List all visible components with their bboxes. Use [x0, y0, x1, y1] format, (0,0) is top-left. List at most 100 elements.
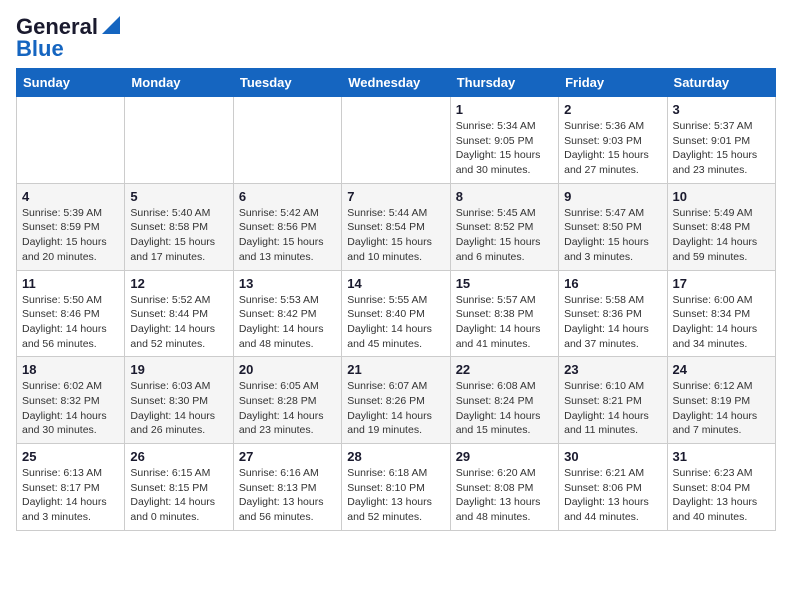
- day-number: 23: [564, 362, 661, 377]
- day-info: Sunrise: 5:55 AM Sunset: 8:40 PM Dayligh…: [347, 293, 444, 352]
- day-info: Sunrise: 5:50 AM Sunset: 8:46 PM Dayligh…: [22, 293, 119, 352]
- calendar-cell: 5Sunrise: 5:40 AM Sunset: 8:58 PM Daylig…: [125, 183, 233, 270]
- calendar-cell: 7 Sunrise: 5:44 AM Sunset: 8:54 PM Daylig…: [342, 183, 450, 270]
- day-number: 28: [347, 449, 444, 464]
- week-row-2: 4 Sunrise: 5:39 AM Sunset: 8:59 PM Daylig…: [17, 183, 776, 270]
- calendar-cell: 25Sunrise: 6:13 AM Sunset: 8:17 PM Dayli…: [17, 444, 125, 531]
- day-number: 26: [130, 449, 227, 464]
- day-number: 13: [239, 276, 336, 291]
- day-info: Sunrise: 5:58 AM Sunset: 8:36 PM Dayligh…: [564, 293, 661, 352]
- calendar-cell: 14 Sunrise: 5:55 AM Sunset: 8:40 PM Dayli…: [342, 270, 450, 357]
- day-info: Sunrise: 5:34 AM Sunset: 9:05 PM Dayligh…: [456, 119, 553, 178]
- header-friday: Friday: [559, 69, 667, 97]
- calendar-cell: 4 Sunrise: 5:39 AM Sunset: 8:59 PM Daylig…: [17, 183, 125, 270]
- calendar-cell: 27 Sunrise: 6:16 AM Sunset: 8:13 PM Dayli…: [233, 444, 341, 531]
- day-number: 4: [22, 189, 119, 204]
- day-number: 5: [130, 189, 227, 204]
- day-info: Sunrise: 5:52 AM Sunset: 8:44 PM Dayligh…: [130, 293, 227, 352]
- day-number: 17: [673, 276, 770, 291]
- day-info: Sunrise: 6:21 AM Sunset: 8:06 PM Dayligh…: [564, 466, 661, 525]
- calendar-cell: [125, 97, 233, 184]
- calendar-cell: 18 Sunrise: 6:02 AM Sunset: 8:32 PM Dayli…: [17, 357, 125, 444]
- day-number: 12: [130, 276, 227, 291]
- calendar-cell: 23 Sunrise: 6:10 AM Sunset: 8:21 PM Dayli…: [559, 357, 667, 444]
- day-info: Sunrise: 6:10 AM Sunset: 8:21 PM Dayligh…: [564, 379, 661, 438]
- header-row: SundayMondayTuesdayWednesdayThursdayFrid…: [17, 69, 776, 97]
- day-number: 31: [673, 449, 770, 464]
- calendar-cell: 10 Sunrise: 5:49 AM Sunset: 8:48 PM Dayli…: [667, 183, 775, 270]
- calendar-cell: 16 Sunrise: 5:58 AM Sunset: 8:36 PM Dayli…: [559, 270, 667, 357]
- calendar-cell: 1 Sunrise: 5:34 AM Sunset: 9:05 PM Daylig…: [450, 97, 558, 184]
- header-thursday: Thursday: [450, 69, 558, 97]
- calendar-cell: 19 Sunrise: 6:03 AM Sunset: 8:30 PM Dayli…: [125, 357, 233, 444]
- day-info: Sunrise: 6:08 AM Sunset: 8:24 PM Dayligh…: [456, 379, 553, 438]
- day-info: Sunrise: 5:39 AM Sunset: 8:59 PM Dayligh…: [22, 206, 119, 265]
- page-header: General Blue: [16, 16, 776, 60]
- calendar-cell: 20 Sunrise: 6:05 AM Sunset: 8:28 PM Dayli…: [233, 357, 341, 444]
- week-row-3: 11Sunrise: 5:50 AM Sunset: 8:46 PM Dayli…: [17, 270, 776, 357]
- day-info: Sunrise: 5:45 AM Sunset: 8:52 PM Dayligh…: [456, 206, 553, 265]
- day-info: Sunrise: 6:16 AM Sunset: 8:13 PM Dayligh…: [239, 466, 336, 525]
- day-number: 15: [456, 276, 553, 291]
- calendar-cell: 28 Sunrise: 6:18 AM Sunset: 8:10 PM Dayli…: [342, 444, 450, 531]
- calendar-cell: 17 Sunrise: 6:00 AM Sunset: 8:34 PM Dayli…: [667, 270, 775, 357]
- day-info: Sunrise: 6:03 AM Sunset: 8:30 PM Dayligh…: [130, 379, 227, 438]
- week-row-4: 18 Sunrise: 6:02 AM Sunset: 8:32 PM Dayli…: [17, 357, 776, 444]
- day-number: 21: [347, 362, 444, 377]
- calendar-cell: 26Sunrise: 6:15 AM Sunset: 8:15 PM Dayli…: [125, 444, 233, 531]
- day-info: Sunrise: 5:47 AM Sunset: 8:50 PM Dayligh…: [564, 206, 661, 265]
- calendar-cell: [233, 97, 341, 184]
- day-info: Sunrise: 5:37 AM Sunset: 9:01 PM Dayligh…: [673, 119, 770, 178]
- day-info: Sunrise: 5:53 AM Sunset: 8:42 PM Dayligh…: [239, 293, 336, 352]
- day-info: Sunrise: 5:42 AM Sunset: 8:56 PM Dayligh…: [239, 206, 336, 265]
- calendar-cell: 22 Sunrise: 6:08 AM Sunset: 8:24 PM Dayli…: [450, 357, 558, 444]
- day-number: 14: [347, 276, 444, 291]
- calendar-cell: 24 Sunrise: 6:12 AM Sunset: 8:19 PM Dayli…: [667, 357, 775, 444]
- day-number: 2: [564, 102, 661, 117]
- day-number: 10: [673, 189, 770, 204]
- day-info: Sunrise: 6:02 AM Sunset: 8:32 PM Dayligh…: [22, 379, 119, 438]
- calendar-cell: 21Sunrise: 6:07 AM Sunset: 8:26 PM Dayli…: [342, 357, 450, 444]
- day-number: 22: [456, 362, 553, 377]
- day-number: 20: [239, 362, 336, 377]
- day-number: 6: [239, 189, 336, 204]
- day-info: Sunrise: 5:36 AM Sunset: 9:03 PM Dayligh…: [564, 119, 661, 178]
- day-info: Sunrise: 6:12 AM Sunset: 8:19 PM Dayligh…: [673, 379, 770, 438]
- week-row-5: 25Sunrise: 6:13 AM Sunset: 8:17 PM Dayli…: [17, 444, 776, 531]
- day-info: Sunrise: 5:57 AM Sunset: 8:38 PM Dayligh…: [456, 293, 553, 352]
- header-saturday: Saturday: [667, 69, 775, 97]
- header-sunday: Sunday: [17, 69, 125, 97]
- day-info: Sunrise: 5:49 AM Sunset: 8:48 PM Dayligh…: [673, 206, 770, 265]
- calendar-cell: 3 Sunrise: 5:37 AM Sunset: 9:01 PM Daylig…: [667, 97, 775, 184]
- header-wednesday: Wednesday: [342, 69, 450, 97]
- day-number: 1: [456, 102, 553, 117]
- day-number: 18: [22, 362, 119, 377]
- day-number: 24: [673, 362, 770, 377]
- calendar-cell: 12 Sunrise: 5:52 AM Sunset: 8:44 PM Dayli…: [125, 270, 233, 357]
- day-info: Sunrise: 6:18 AM Sunset: 8:10 PM Dayligh…: [347, 466, 444, 525]
- calendar-cell: 29Sunrise: 6:20 AM Sunset: 8:08 PM Dayli…: [450, 444, 558, 531]
- calendar-cell: 13 Sunrise: 5:53 AM Sunset: 8:42 PM Dayli…: [233, 270, 341, 357]
- day-info: Sunrise: 6:23 AM Sunset: 8:04 PM Dayligh…: [673, 466, 770, 525]
- day-number: 30: [564, 449, 661, 464]
- day-number: 9: [564, 189, 661, 204]
- logo-triangle-icon: [102, 16, 120, 38]
- calendar-cell: 9 Sunrise: 5:47 AM Sunset: 8:50 PM Daylig…: [559, 183, 667, 270]
- day-number: 27: [239, 449, 336, 464]
- calendar-table: SundayMondayTuesdayWednesdayThursdayFrid…: [16, 68, 776, 531]
- calendar-cell: 2 Sunrise: 5:36 AM Sunset: 9:03 PM Daylig…: [559, 97, 667, 184]
- day-number: 7: [347, 189, 444, 204]
- calendar-cell: [17, 97, 125, 184]
- calendar-cell: [342, 97, 450, 184]
- day-info: Sunrise: 6:13 AM Sunset: 8:17 PM Dayligh…: [22, 466, 119, 525]
- calendar-cell: 6 Sunrise: 5:42 AM Sunset: 8:56 PM Daylig…: [233, 183, 341, 270]
- day-number: 8: [456, 189, 553, 204]
- day-info: Sunrise: 6:00 AM Sunset: 8:34 PM Dayligh…: [673, 293, 770, 352]
- day-number: 3: [673, 102, 770, 117]
- day-number: 16: [564, 276, 661, 291]
- day-number: 19: [130, 362, 227, 377]
- day-info: Sunrise: 6:05 AM Sunset: 8:28 PM Dayligh…: [239, 379, 336, 438]
- calendar-cell: 11Sunrise: 5:50 AM Sunset: 8:46 PM Dayli…: [17, 270, 125, 357]
- day-info: Sunrise: 5:44 AM Sunset: 8:54 PM Dayligh…: [347, 206, 444, 265]
- logo: General Blue: [16, 16, 120, 60]
